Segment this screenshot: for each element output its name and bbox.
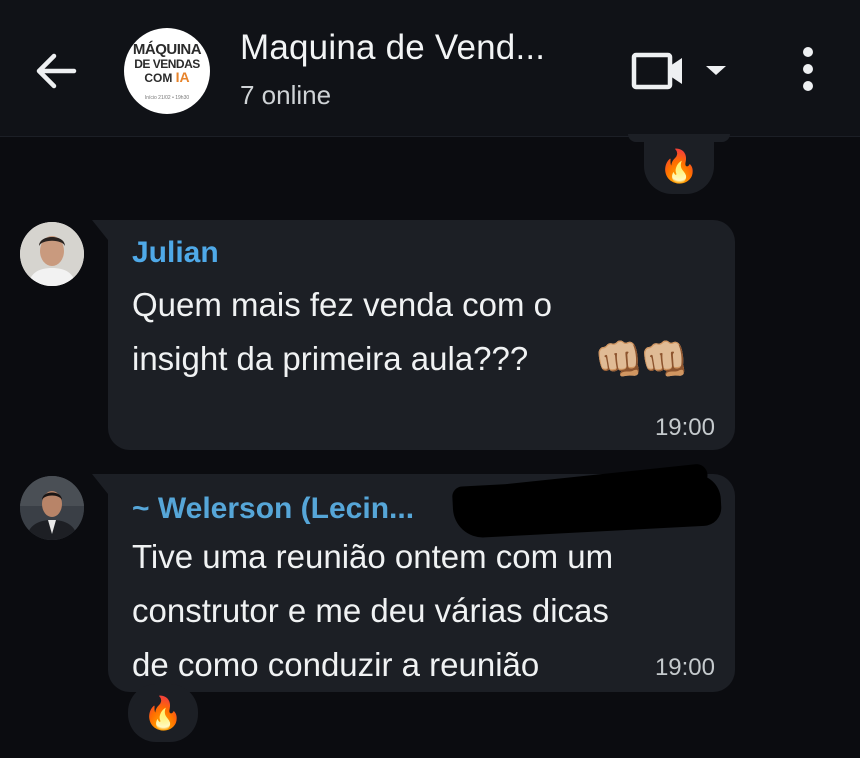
message-reaction[interactable]: 🔥 [128, 684, 198, 742]
message-text: Tive uma reunião ontem com um construtor… [132, 538, 614, 683]
fist-bump-emojis: 👊🏼👊🏼 [594, 338, 690, 382]
chat-header: MÁQUINA DE VENDAS COM IA Início 21/02 • … [0, 0, 860, 137]
message-bubble[interactable]: Julian Quem mais fez venda com o insight… [92, 220, 735, 450]
logo-accent: IA [175, 69, 190, 85]
logo-line-3-prefix: COM [144, 71, 176, 85]
message-time: 19:00 [654, 654, 715, 681]
welerson-avatar[interactable] [20, 476, 84, 540]
more-vertical-icon [803, 47, 813, 91]
back-arrow-icon [36, 53, 77, 89]
message-text: Quem mais fez venda com o insight da pri… [132, 286, 553, 377]
logo-line-4: Início 21/02 • 19h30 [144, 95, 190, 101]
logo-line-3: COM IA [124, 69, 210, 85]
chevron-down-icon [706, 66, 726, 75]
group-title[interactable]: Maquina de Vend... [240, 28, 545, 68]
person-photo-icon [20, 476, 84, 540]
sender-name[interactable]: Julian [132, 236, 219, 270]
video-call-button[interactable] [628, 48, 738, 94]
logo-line-2: DE VENDAS [134, 57, 200, 71]
logo-line-1: MÁQUINA [132, 41, 202, 58]
julian-avatar[interactable] [20, 222, 84, 286]
message-bubble[interactable]: ~ Welerson (Lecin... Tive uma reunião on… [92, 463, 735, 692]
person-photo-icon [20, 222, 84, 286]
online-status: 7 online [240, 80, 332, 110]
back-button[interactable] [30, 46, 86, 96]
more-options-button[interactable] [790, 44, 826, 96]
message-time: 19:00 [654, 414, 715, 441]
sender-name[interactable]: ~ Welerson (Lecin... [132, 492, 414, 526]
previous-message-reaction[interactable]: 🔥 [628, 134, 730, 194]
group-avatar[interactable]: MÁQUINA DE VENDAS COM IA Início 21/02 • … [124, 28, 210, 114]
